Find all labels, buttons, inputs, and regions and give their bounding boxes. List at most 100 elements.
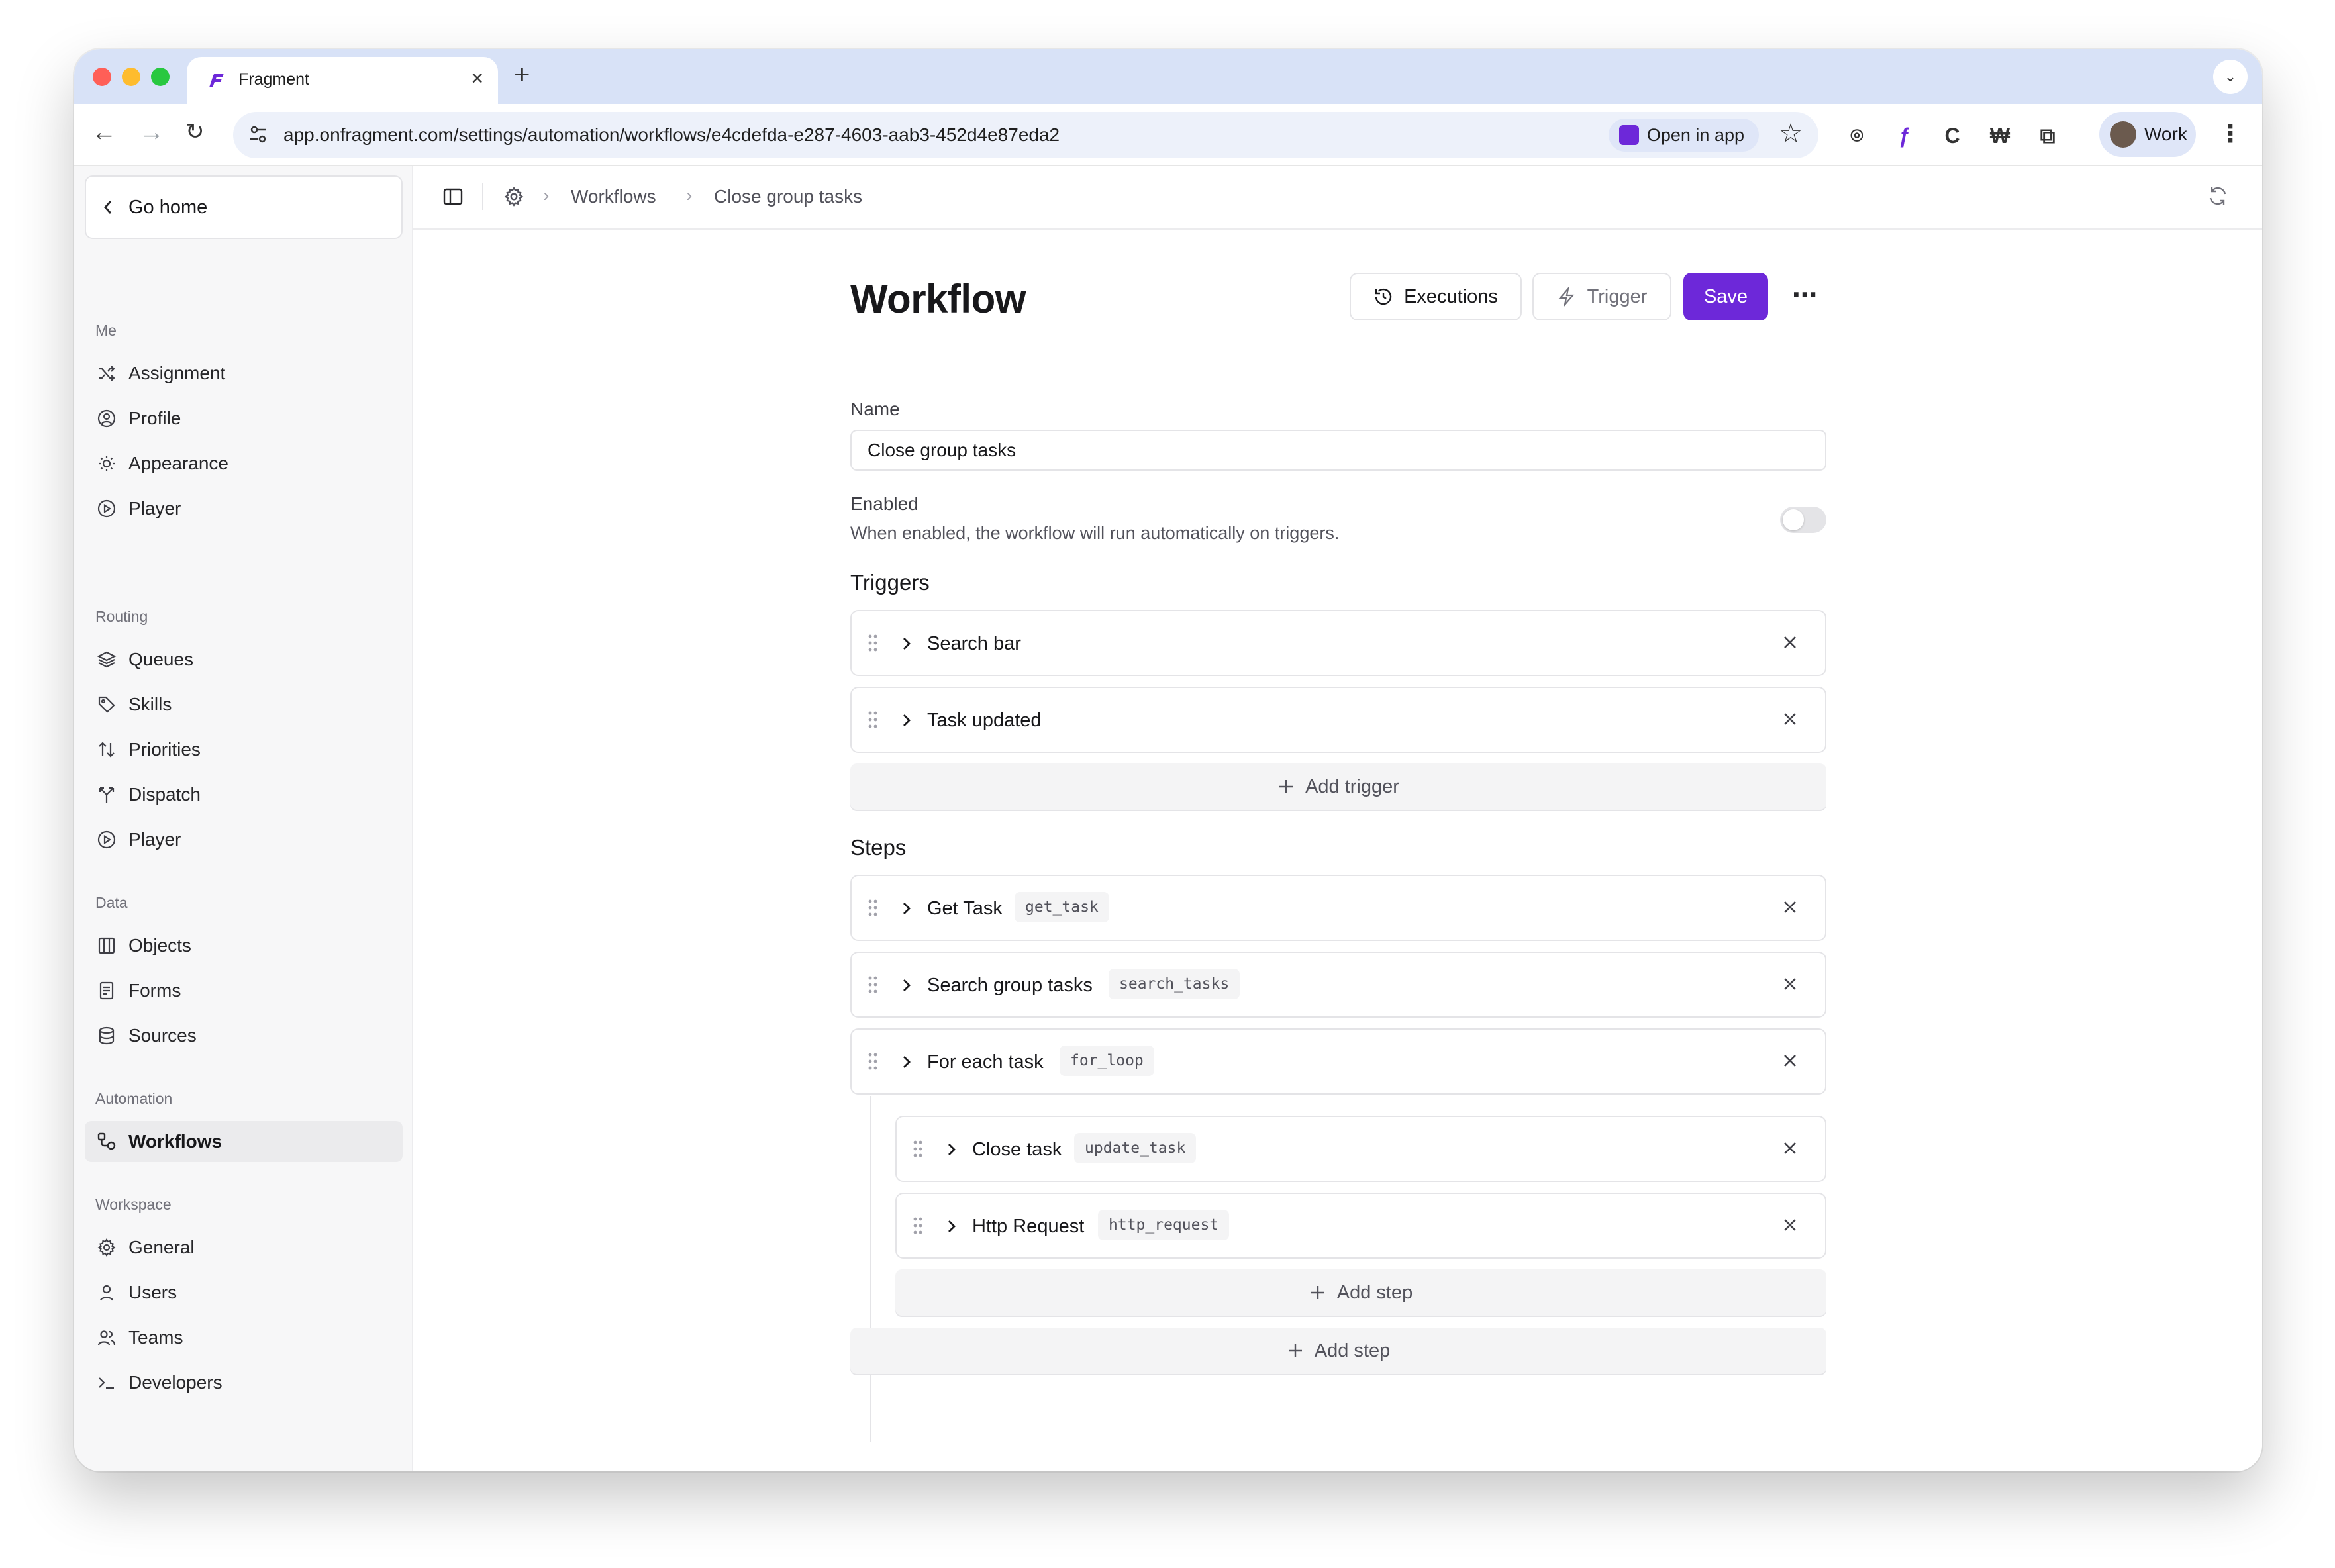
settings-gear-icon[interactable] [503,186,524,207]
add-step-label: Add step [1336,1281,1413,1303]
open-in-app-button[interactable]: Open in app [1608,119,1759,152]
trigger-label: Task updated [927,710,1042,731]
nested-step-item[interactable]: Http Request http_request [895,1193,1826,1259]
browser-menu-icon[interactable]: ⋮ [2218,120,2242,148]
chevron-right-icon[interactable] [899,978,914,993]
chevron-right-icon[interactable] [899,1055,914,1069]
remove-icon[interactable] [1781,1052,1799,1069]
close-window-button[interactable] [93,68,111,86]
reload-icon[interactable]: ↻ [185,119,205,145]
breadcrumb-workflows[interactable]: Workflows [571,186,656,207]
drag-handle-icon[interactable] [913,1216,923,1235]
name-input[interactable]: Close group tasks [850,430,1826,471]
step-code-badge: http_request [1098,1210,1230,1240]
remove-icon[interactable] [1781,710,1799,728]
main-content: › Workflows › Close group tasks Workflow… [413,166,2262,1471]
sidebar-item-label: Forms [128,980,181,1001]
go-home-button[interactable]: Go home [85,175,403,239]
remove-icon[interactable] [1781,634,1799,651]
sidebar-item-objects[interactable]: Objects [85,925,403,966]
sidebar-item-label: Dispatch [128,784,201,805]
bookmark-star-icon[interactable]: ☆ [1779,119,1803,149]
history-icon [1375,288,1392,305]
address-bar[interactable]: app.onfragment.com/settings/automation/w… [233,112,1818,158]
layers-icon [97,651,117,668]
drag-handle-icon[interactable] [868,975,878,994]
browser-tab[interactable]: Fragment × [187,57,498,104]
sidebar-item-users[interactable]: Users [85,1272,403,1313]
extensions-puzzle-icon[interactable]: ⧉ [2034,122,2061,149]
sidebar-item-forms[interactable]: Forms [85,970,403,1011]
refresh-icon[interactable] [2207,185,2229,207]
step-item[interactable]: For each task for_loop [850,1028,1826,1095]
sidebar-item-player[interactable]: Player [85,488,403,529]
extension-fragment-icon[interactable]: ƒ [1891,122,1918,149]
tab-close-icon[interactable]: × [471,66,483,91]
nested-step-item[interactable]: Close task update_task [895,1116,1826,1182]
sidebar-item-label: Assignment [128,363,226,383]
extension-grid-icon[interactable]: ₩ [1987,122,2013,149]
sidebar-item-label: Skills [128,694,172,714]
avatar [2110,121,2136,148]
drag-handle-icon[interactable] [868,899,878,917]
sidebar-item-profile[interactable]: Profile [85,398,403,439]
extension-c-icon[interactable]: C [1939,122,1965,149]
tab-search-chevron-icon[interactable]: ⌄ [2213,60,2248,94]
chevron-right-icon[interactable] [944,1142,959,1157]
sidebar-item-dispatch[interactable]: Dispatch [85,774,403,815]
step-item[interactable]: Get Task get_task [850,875,1826,941]
executions-button[interactable]: Executions [1350,273,1522,320]
drag-handle-icon[interactable] [868,710,878,729]
sidebar-item-sources[interactable]: Sources [85,1015,403,1056]
remove-icon[interactable] [1781,1216,1799,1234]
more-options-icon[interactable]: ⋯ [1792,280,1817,310]
sidebar-item-skills[interactable]: Skills [85,684,403,725]
new-tab-icon[interactable]: + [514,58,530,90]
sidebar-item-developers[interactable]: Developers [85,1362,403,1403]
trigger-item[interactable]: Search bar [850,610,1826,676]
tab-title: Fragment [238,70,309,89]
url-text[interactable]: app.onfragment.com/settings/automation/w… [283,124,1060,146]
add-step-button[interactable]: Add step [850,1328,1826,1374]
chevron-right-icon[interactable] [899,713,914,728]
chevron-right-icon[interactable] [899,636,914,651]
extension-scan-icon[interactable]: ⌾ [1844,122,1870,149]
remove-icon[interactable] [1781,1140,1799,1157]
forward-arrow-icon[interactable]: → [139,119,164,147]
trigger-item[interactable]: Task updated [850,687,1826,753]
drag-handle-icon[interactable] [868,634,878,652]
sidebar-toggle-icon[interactable] [442,186,464,207]
step-item[interactable]: Search group tasks search_tasks [850,952,1826,1018]
chevron-right-icon[interactable] [944,1219,959,1234]
remove-icon[interactable] [1781,975,1799,993]
enabled-toggle[interactable] [1780,507,1826,533]
sidebar-item-assignment[interactable]: Assignment [85,353,403,394]
add-nested-step-button[interactable]: Add step [895,1269,1826,1316]
sidebar-item-routing-player[interactable]: Player [85,819,403,860]
maximize-window-button[interactable] [151,68,170,86]
plus-icon [1311,1286,1324,1299]
sidebar-item-appearance[interactable]: Appearance [85,443,403,484]
drag-handle-icon[interactable] [913,1140,923,1158]
minimize-window-button[interactable] [122,68,140,86]
sidebar-item-teams[interactable]: Teams [85,1317,403,1358]
site-settings-icon[interactable] [246,122,270,146]
fragment-logo-icon [209,74,224,87]
sidebar-item-label: General [128,1237,195,1257]
plus-icon [1288,1344,1302,1357]
sort-arrows-icon [99,742,115,758]
add-trigger-button[interactable]: Add trigger [850,763,1826,810]
sidebar-item-priorities[interactable]: Priorities [85,729,403,770]
name-input-value: Close group tasks [868,440,1017,460]
sidebar-item-general[interactable]: General [85,1227,403,1268]
trigger-button[interactable]: Trigger [1532,273,1671,320]
save-button[interactable]: Save [1683,273,1768,320]
profile-button[interactable]: Work [2099,112,2196,157]
sidebar-item-queues[interactable]: Queues [85,639,403,680]
sidebar-item-workflows[interactable]: Workflows [85,1121,403,1162]
back-arrow-icon[interactable]: ← [91,119,117,147]
chevron-right-icon[interactable] [899,901,914,916]
remove-icon[interactable] [1781,899,1799,916]
drag-handle-icon[interactable] [868,1052,878,1071]
plus-icon [1279,780,1293,793]
